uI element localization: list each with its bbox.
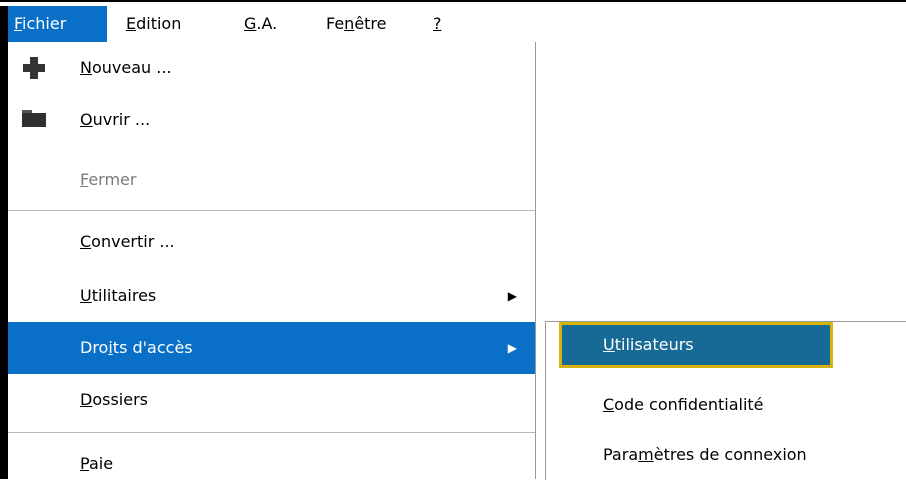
- menu-item-fermer: Fermer: [80, 170, 137, 189]
- fichier-dropdown: Nouveau ... Ouvrir ... Fermer Convertir …: [8, 42, 536, 479]
- submenu-item-utilisateurs[interactable]: Utilisateurs: [559, 322, 833, 368]
- menu-ga[interactable]: G.A.: [244, 6, 277, 42]
- submenu-item-code-confidentialite[interactable]: Code confidentialité: [559, 382, 833, 428]
- submenu-arrow-icon: ▶: [507, 341, 517, 355]
- menu-item-nouveau[interactable]: Nouveau ...: [8, 42, 535, 94]
- menu-item-ouvrir[interactable]: Ouvrir ...: [8, 94, 535, 146]
- menu-item-paie[interactable]: Paie: [8, 438, 535, 490]
- window-edge: [0, 0, 8, 479]
- menu-fichier[interactable]: Fichier: [8, 6, 107, 42]
- droits-acces-submenu: Utilisateurs Code confidentialité Paramè…: [545, 321, 906, 480]
- menu-item-convertir[interactable]: Convertir ...: [8, 216, 535, 268]
- menu-help[interactable]: ?: [433, 6, 442, 42]
- submenu-item-parametres-connexion[interactable]: Paramètres de connexion: [559, 432, 833, 478]
- menu-separator: [8, 432, 535, 433]
- menu-item-dossiers[interactable]: Dossiers: [8, 374, 535, 426]
- submenu-arrow-icon: ▶: [507, 289, 517, 303]
- menu-edition[interactable]: Edition: [126, 6, 181, 42]
- folder-open-icon: [22, 110, 46, 128]
- window-top-edge: [0, 0, 906, 6]
- menu-bar: Fichier Edition G.A. Fenêtre ?: [8, 6, 906, 42]
- menu-separator: [8, 210, 535, 211]
- menu-item-droits-acces[interactable]: Droits d'accès ▶: [8, 322, 535, 374]
- plus-icon: [22, 56, 46, 80]
- menu-fenetre[interactable]: Fenêtre: [326, 6, 387, 42]
- menu-item-utilitaires[interactable]: Utilitaires ▶: [8, 270, 535, 322]
